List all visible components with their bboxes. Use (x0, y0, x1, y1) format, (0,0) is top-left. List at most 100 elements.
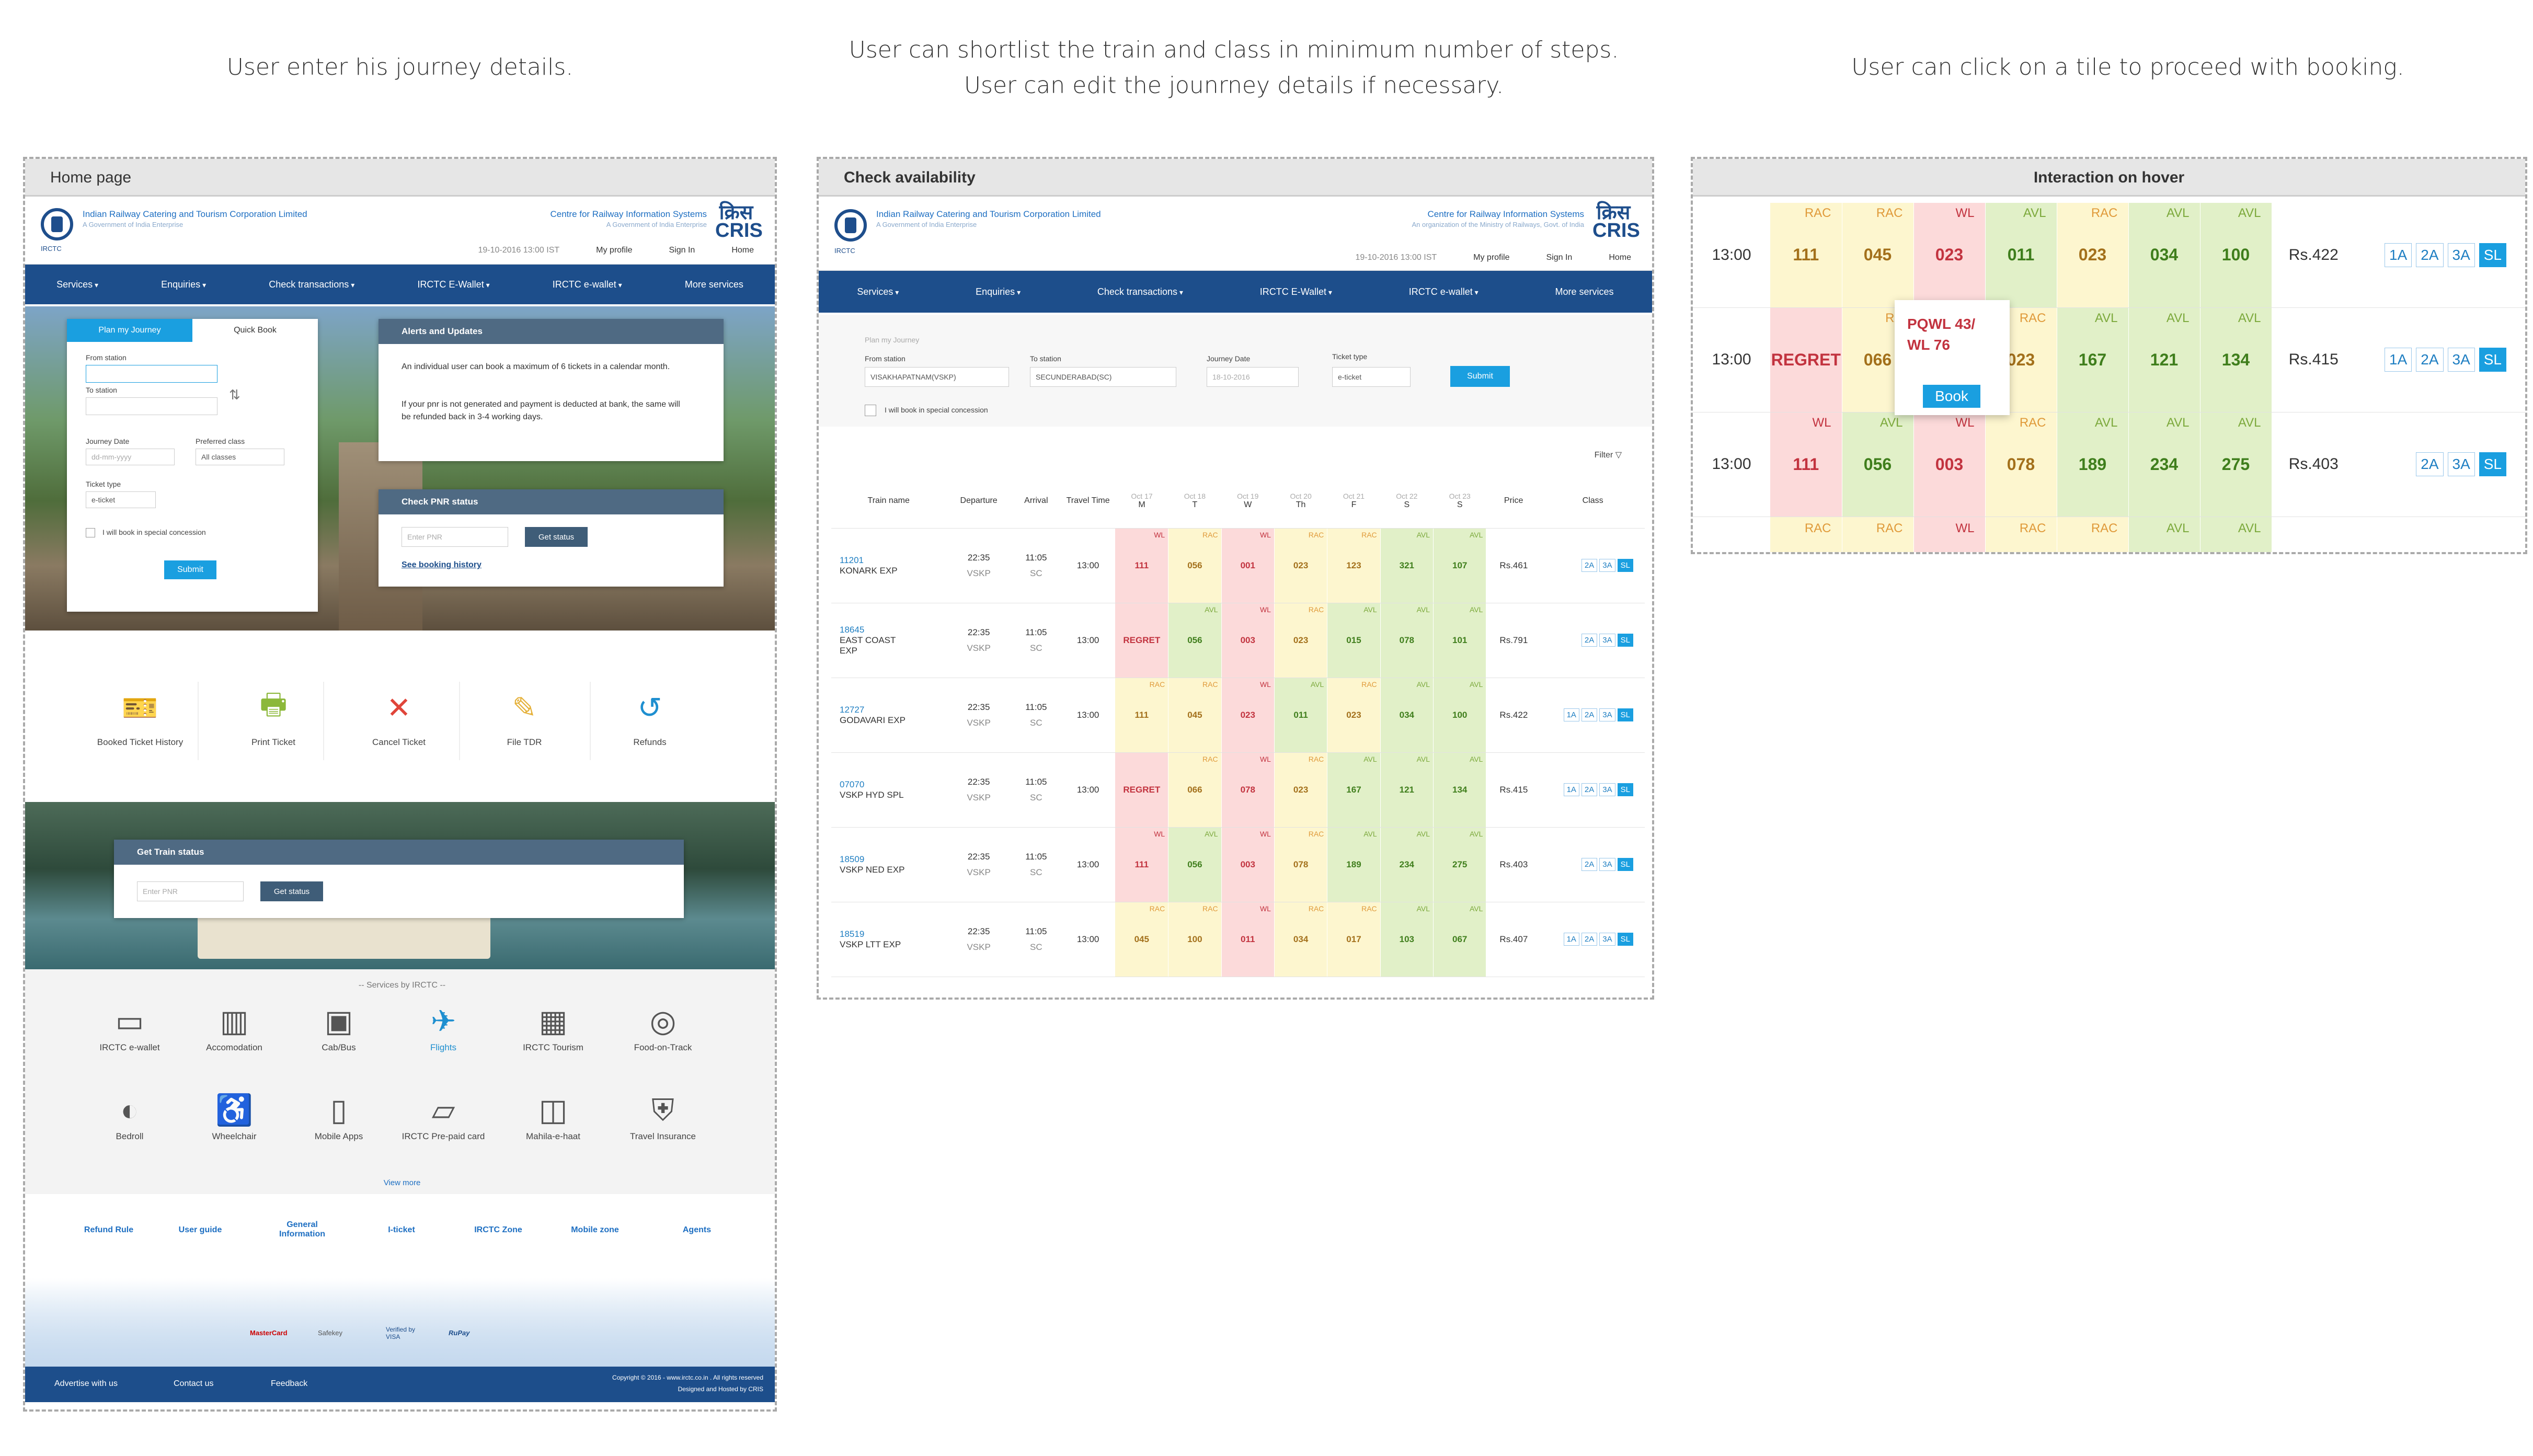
availability-tile[interactable]: REGRET (1770, 307, 1842, 412)
availability-tile[interactable]: RAC 023 (1274, 528, 1328, 603)
availability-tile[interactable]: AVL 275 (2200, 412, 2272, 517)
footer-mobile-zone[interactable]: Mobile zone (558, 1225, 632, 1235)
availability-tile[interactable]: AVL 034 (1380, 678, 1434, 753)
class-button-2A[interactable]: 2A (1581, 634, 1598, 647)
availability-tile[interactable]: AVL 056 (1168, 603, 1222, 678)
footer-refund-rule[interactable]: Refund Rule (72, 1225, 145, 1235)
class-button-2A[interactable]: 2A (1581, 708, 1598, 721)
availability-tile[interactable]: WL 003 (1913, 412, 1986, 517)
availability-tile[interactable]: AVL 189 (1327, 827, 1381, 902)
nav-irctc-ewallet-2[interactable]: IRCTC e-wallet (1409, 286, 1478, 297)
svc-accomodation[interactable]: ▥ Accomodation (187, 1001, 281, 1053)
availability-tile[interactable]: WL 001 (1221, 528, 1275, 603)
availability-tile[interactable]: RAC 045 (1842, 203, 1914, 308)
availability-tile[interactable]: WL 111 (1770, 412, 1842, 517)
home-link[interactable]: Home (1609, 253, 1631, 262)
availability-tile[interactable]: AVL 011 (1985, 203, 2057, 308)
train-get-status-button[interactable]: Get status (260, 881, 323, 901)
pnr-input[interactable]: Enter PNR (402, 527, 508, 547)
svc-food[interactable]: ◎ Food-on-Track (616, 1001, 710, 1053)
class-button-1A[interactable]: 1A (1563, 933, 1579, 946)
availability-tile[interactable]: AVL 078 (1380, 603, 1434, 678)
footer-iticket[interactable]: I-ticket (370, 1225, 433, 1235)
class-button-3A[interactable]: 3A (1599, 858, 1615, 871)
availability-tile[interactable]: AVL 015 (1327, 603, 1381, 678)
feedback-link[interactable]: Feedback (271, 1379, 307, 1389)
preferred-class-select[interactable]: All classes (196, 449, 284, 465)
availability-tile[interactable]: WL (1913, 517, 1986, 552)
svc-mahila[interactable]: ◫ Mahila-e-haat (506, 1090, 600, 1142)
class-button-3A[interactable]: 3A (2447, 243, 2475, 267)
tab-quick-book[interactable]: Quick Book (192, 319, 318, 342)
availability-tile[interactable]: RAC 078 (1985, 412, 2057, 517)
class-button-SL[interactable]: SL (1617, 933, 1633, 946)
availability-tile[interactable]: AVL 134 (1433, 752, 1487, 828)
my-profile-link[interactable]: My profile (1473, 253, 1509, 262)
svc-insurance[interactable]: ⛨ Travel Insurance (616, 1090, 710, 1142)
class-button-3A[interactable]: 3A (1599, 933, 1615, 946)
class-button-2A[interactable]: 2A (1581, 559, 1598, 572)
contact-link[interactable]: Contact us (174, 1379, 213, 1389)
to-station-input[interactable] (86, 397, 217, 415)
svc-wheelchair[interactable]: ♿ Wheelchair (187, 1090, 281, 1142)
from-input[interactable]: VISAKHAPATNAM(VSKP) (865, 367, 1009, 387)
availability-tile[interactable]: RAC 045 (1168, 678, 1222, 753)
my-profile-link[interactable]: My profile (596, 246, 632, 255)
svc-ewallet[interactable]: ▭ IRCTC e-wallet (83, 1001, 177, 1053)
availability-tile[interactable]: AVL 234 (1380, 827, 1434, 902)
footer-irctc-zone[interactable]: IRCTC Zone (464, 1225, 532, 1235)
svc-cab-bus[interactable]: ▣ Cab/Bus (292, 1001, 386, 1053)
availability-tile[interactable]: RAC 023 (1327, 678, 1381, 753)
svc-tourism[interactable]: ▦ IRCTC Tourism (506, 1001, 600, 1053)
view-more-link[interactable]: View more (25, 1178, 775, 1187)
availability-tile[interactable]: RAC 034 (1274, 902, 1328, 977)
irctc-logo-icon[interactable] (41, 208, 73, 240)
class-button-SL[interactable]: SL (1617, 783, 1633, 796)
availability-tile[interactable]: RAC (1770, 517, 1842, 552)
availability-tile[interactable]: WL 003 (1221, 827, 1275, 902)
availability-tile[interactable]: RAC 023 (2057, 203, 2129, 308)
footer-general-info[interactable]: General Information (271, 1220, 334, 1239)
nav-services[interactable]: Services (56, 279, 98, 290)
advertise-link[interactable]: Advertise with us (54, 1379, 118, 1389)
quick-refunds[interactable]: ↺ Refunds (611, 691, 689, 748)
availability-tile[interactable]: RAC 066 (1168, 752, 1222, 828)
swap-icon[interactable]: ⇅ (229, 387, 240, 403)
book-button[interactable]: Book (1923, 385, 1980, 408)
nav-check-transactions[interactable]: Check transactions (1097, 286, 1183, 297)
type-select[interactable]: e-ticket (1332, 367, 1411, 387)
quick-print-ticket[interactable]: 🖶 Print Ticket (234, 687, 313, 748)
availability-tile[interactable]: AVL 275 (1433, 827, 1487, 902)
availability-tile[interactable]: AVL 107 (1433, 528, 1487, 603)
availability-tile[interactable]: AVL 121 (1380, 752, 1434, 828)
availability-tile[interactable]: AVL (2128, 517, 2200, 552)
availability-tile[interactable]: AVL 234 (2128, 412, 2200, 517)
availability-tile[interactable]: AVL 100 (1433, 678, 1487, 753)
availability-tile[interactable]: RAC (2057, 517, 2129, 552)
train-number[interactable]: 18519 (840, 929, 946, 939)
class-button-SL[interactable]: SL (1617, 559, 1633, 572)
availability-tile[interactable]: RAC 017 (1327, 902, 1381, 977)
nav-more-services[interactable]: More services (1555, 286, 1614, 297)
nav-services[interactable]: Services (857, 286, 899, 297)
svc-flights[interactable]: ✈ Flights (396, 1001, 490, 1053)
availability-tile[interactable]: WL 023 (1221, 678, 1275, 753)
train-number[interactable]: 18645 (840, 625, 946, 635)
tab-plan-journey[interactable]: Plan my Journey (67, 319, 192, 342)
train-number[interactable]: 12727 (840, 705, 946, 715)
concession-checkbox[interactable] (865, 405, 876, 416)
class-button-SL[interactable]: SL (1617, 708, 1633, 721)
availability-tile[interactable]: WL 111 (1115, 528, 1169, 603)
nav-check-transactions[interactable]: Check transactions (269, 279, 354, 290)
svc-mobile-apps[interactable]: ▯ Mobile Apps (292, 1090, 386, 1142)
availability-tile[interactable]: RAC 111 (1115, 678, 1169, 753)
sign-in-link[interactable]: Sign In (1546, 253, 1573, 262)
availability-tile[interactable]: WL 111 (1115, 827, 1169, 902)
nav-more-services[interactable]: More services (685, 279, 743, 290)
availability-tile[interactable]: AVL 321 (1380, 528, 1434, 603)
nav-enquiries[interactable]: Enquiries (976, 286, 1021, 297)
footer-user-guide[interactable]: User guide (166, 1225, 234, 1235)
availability-tile[interactable]: AVL 101 (1433, 603, 1487, 678)
class-button-SL[interactable]: SL (1617, 634, 1633, 647)
availability-tile[interactable]: WL 023 (1913, 203, 1986, 308)
